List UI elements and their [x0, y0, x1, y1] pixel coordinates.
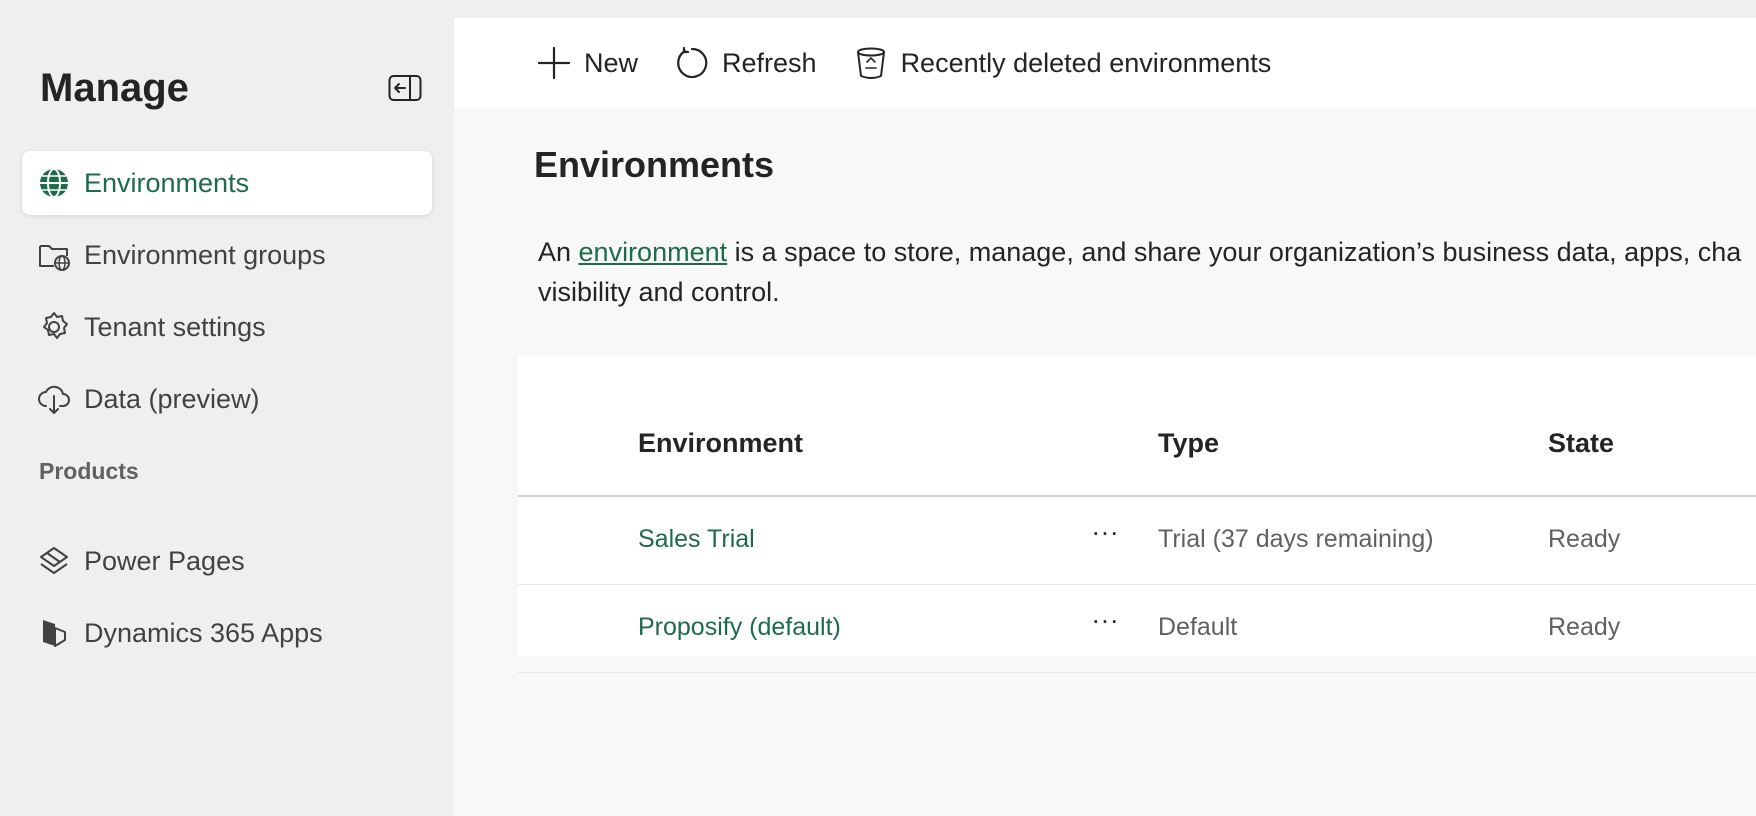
- sidebar-item-tenant-settings[interactable]: Tenant settings: [22, 295, 432, 359]
- gear-icon: [36, 309, 72, 345]
- environment-state: Ready: [1548, 613, 1621, 641]
- command-bar: New Refresh Recently deleted environment…: [454, 18, 1756, 108]
- environment-name-link[interactable]: Proposify (default): [638, 613, 841, 642]
- plus-icon: [536, 45, 572, 81]
- new-button[interactable]: New: [536, 33, 638, 93]
- dynamics-icon: [36, 615, 72, 651]
- table-header: Environment Type State: [518, 356, 1756, 497]
- refresh-button-label: Refresh: [722, 47, 817, 78]
- description-line-2: visibility and control.: [538, 277, 780, 307]
- collapse-panel-icon: [388, 75, 422, 101]
- new-button-label: New: [584, 47, 639, 78]
- more-options-button[interactable]: ...: [1084, 511, 1128, 551]
- environment-state: Ready: [1548, 525, 1621, 553]
- more-options-button[interactable]: ...: [1084, 599, 1128, 639]
- cloud-icon: [36, 381, 72, 417]
- sidebar-item-label: Environments: [84, 167, 250, 198]
- column-header-environment[interactable]: Environment: [638, 428, 803, 459]
- sidebar-item-environment-groups[interactable]: Environment groups: [22, 223, 432, 287]
- refresh-button[interactable]: Refresh: [674, 33, 817, 93]
- description-text: is a space to store, manage, and share y…: [727, 237, 1742, 267]
- sidebar-item-label: Power Pages: [84, 545, 245, 576]
- description-line-1: An environment is a space to store, mana…: [538, 232, 1756, 272]
- main-content: New Refresh Recently deleted environment…: [454, 18, 1756, 816]
- recycle-bin-icon: [853, 45, 889, 81]
- sidebar-item-label: Tenant settings: [84, 311, 266, 342]
- column-header-state[interactable]: State: [1548, 428, 1614, 459]
- sidebar-item-environments[interactable]: Environments: [22, 151, 432, 215]
- description-prefix: An: [538, 237, 579, 267]
- table-row[interactable]: Sales Trial ... Trial (37 days remaining…: [518, 497, 1756, 585]
- column-header-type[interactable]: Type: [1158, 428, 1219, 459]
- globe-icon: [36, 165, 72, 201]
- recently-deleted-button[interactable]: Recently deleted environments: [853, 33, 1272, 93]
- folder-globe-icon: [36, 237, 72, 273]
- sidebar-item-label: Dynamics 365 Apps: [84, 617, 323, 648]
- sidebar-item-label: Environment groups: [84, 239, 326, 270]
- sidebar-item-dynamics-365-apps[interactable]: Dynamics 365 Apps: [22, 601, 432, 665]
- sidebar: Manage Environments Environment groups T…: [0, 18, 454, 816]
- sidebar-item-label: Data (preview): [84, 383, 260, 414]
- environments-table: Environment Type State Sales Trial ... T…: [518, 356, 1756, 673]
- table-row[interactable]: Proposify (default) ... Default Ready: [518, 585, 1756, 673]
- environment-name-link[interactable]: Sales Trial: [638, 525, 755, 554]
- page-description: An environment is a space to store, mana…: [538, 232, 1756, 312]
- environment-link[interactable]: environment: [579, 237, 728, 267]
- refresh-icon: [674, 45, 710, 81]
- app-window: Manage Environments Environment groups T…: [0, 18, 1756, 816]
- environment-type: Trial (37 days remaining): [1158, 525, 1434, 553]
- recently-deleted-label: Recently deleted environments: [900, 47, 1272, 78]
- page-title: Environments: [534, 144, 775, 185]
- sidebar-item-data-preview[interactable]: Data (preview): [22, 367, 432, 431]
- sidebar-title: Manage: [40, 66, 189, 110]
- sidebar-item-power-pages[interactable]: Power Pages: [22, 529, 432, 593]
- environment-type: Default: [1158, 613, 1238, 641]
- power-pages-icon: [36, 543, 72, 579]
- products-section-label: Products: [39, 458, 139, 484]
- collapse-sidebar-button[interactable]: [388, 74, 422, 102]
